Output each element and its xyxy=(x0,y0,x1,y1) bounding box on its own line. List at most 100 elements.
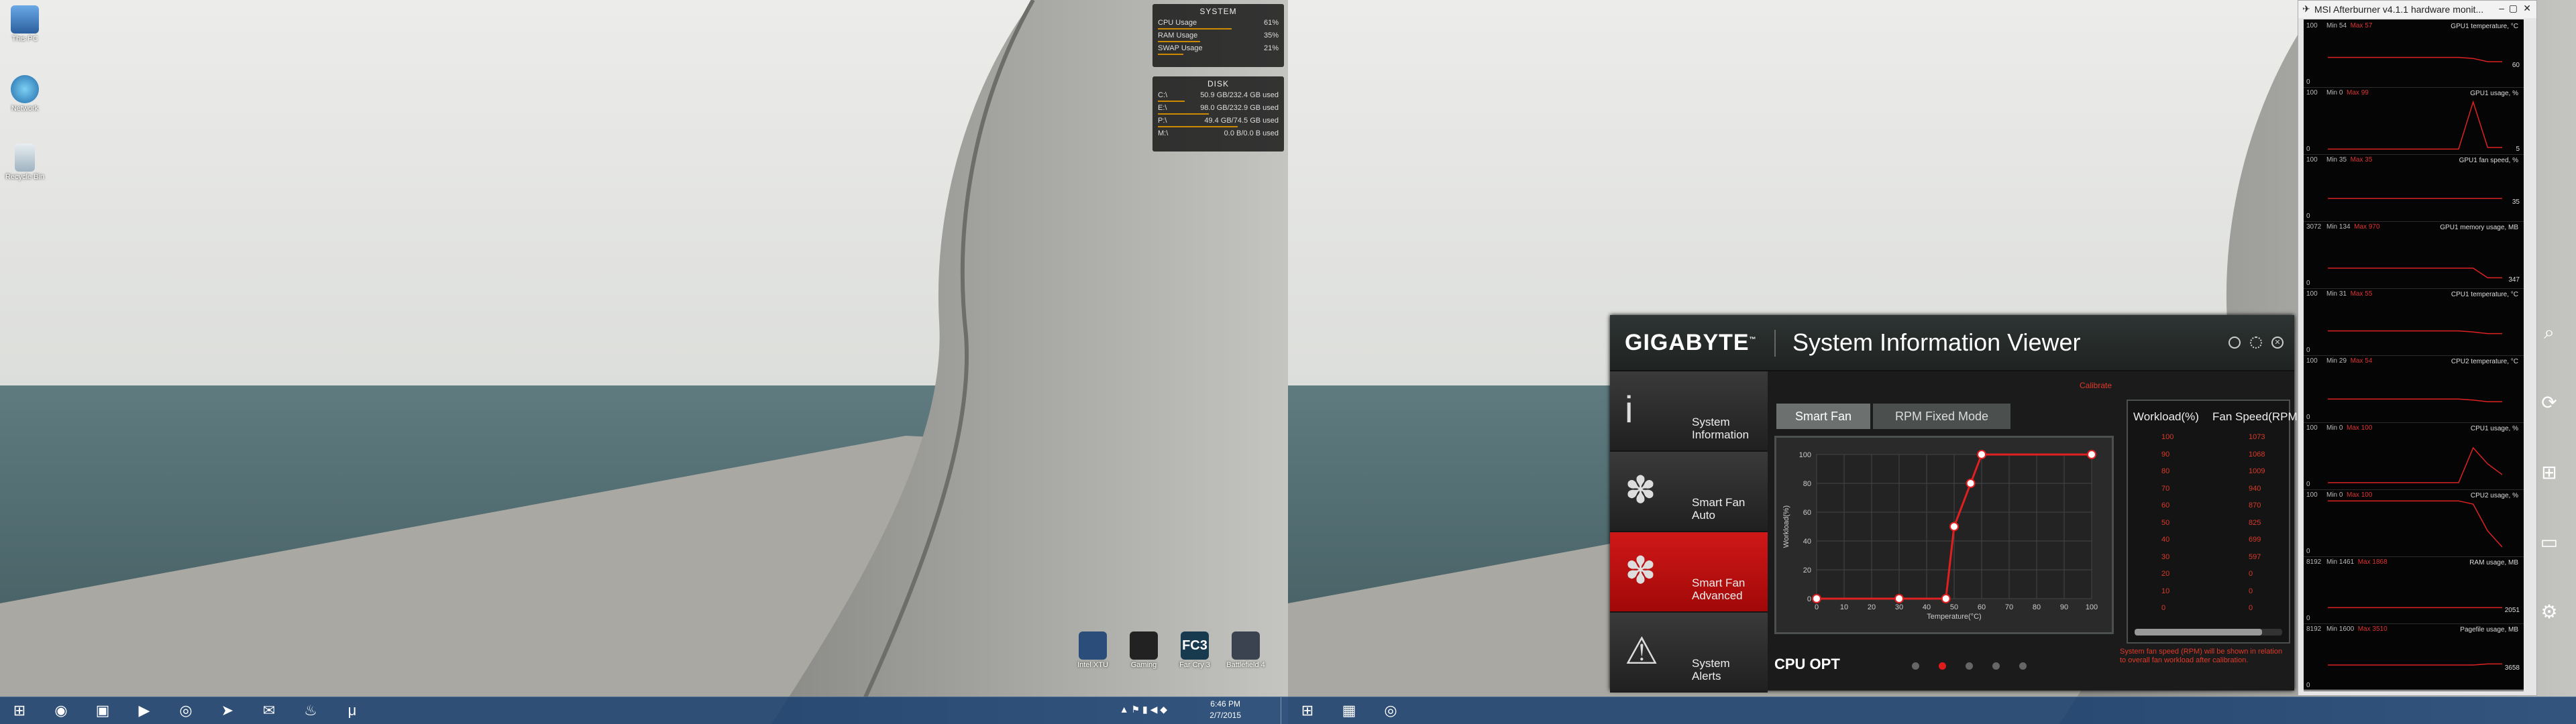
hardware-monitor-graphs[interactable]: 100 Min 54 Max 57 GPU1 temperature, °C 0… xyxy=(2304,19,2524,691)
graph-scale-top: 3072 xyxy=(2306,223,2322,231)
taskbar-button-telegram[interactable]: ➤ xyxy=(208,699,247,723)
charm-devices-icon[interactable]: ▭ xyxy=(2537,530,2561,554)
graph-scale-bottom: 0 xyxy=(2306,145,2310,153)
curve-point[interactable] xyxy=(1812,594,1821,603)
curve-point[interactable] xyxy=(1949,522,1959,532)
charm-start-icon[interactable]: ⊞ xyxy=(2537,460,2561,484)
desktop-icon-this-pc[interactable]: This PC xyxy=(1,5,48,43)
vpn-icon: ◎ xyxy=(1384,702,1397,719)
taskbar-button-start[interactable]: ⊞ xyxy=(0,699,39,723)
curve-point[interactable] xyxy=(1941,594,1951,603)
curve-point[interactable] xyxy=(2087,450,2096,459)
graph-plot xyxy=(2328,330,2502,335)
graph-scale-top: 100 xyxy=(2306,290,2318,298)
gigabyte-logo: GIGABYTE™ xyxy=(1625,330,1757,355)
graph-scale-bottom: 0 xyxy=(2306,682,2310,689)
tab-smart-fan[interactable]: Smart Fan xyxy=(1776,404,1870,429)
graph-plot xyxy=(2328,398,2502,402)
taskbar-button-start[interactable]: ⊞ xyxy=(1288,699,1327,723)
shortcut-label: Intel XTU xyxy=(1077,661,1108,669)
siv-title-bar[interactable]: GIGABYTE™ System Information Viewer ✕ xyxy=(1610,315,2294,371)
disk-row: M:\ 0.0 B/0.0 B used xyxy=(1158,128,1279,141)
monitor-graph[interactable]: 100 Min 0 Max 99 GPU1 usage, % 0 5 xyxy=(2304,86,2524,155)
charm-settings-icon[interactable]: ⚙ xyxy=(2537,599,2561,623)
tab-rpm-fixed-mode[interactable]: RPM Fixed Mode xyxy=(1873,404,2010,429)
graph-scale-top: 100 xyxy=(2306,156,2318,164)
desktop-shortcut-2[interactable]: Gaming xyxy=(1120,631,1167,669)
monitor-graph[interactable]: 100 Min 29 Max 54 CPU2 temperature, °C 0 xyxy=(2304,355,2524,423)
taskbar-button-media-player[interactable]: ▶ xyxy=(125,699,164,723)
fan-speed-cell: 1009 xyxy=(2249,467,2265,475)
taskbar-button-utorrent[interactable]: μ xyxy=(333,699,372,723)
record-icon[interactable] xyxy=(2229,337,2241,349)
table-scrollbar[interactable] xyxy=(2135,629,2282,636)
curve-point[interactable] xyxy=(1977,450,1986,459)
x-tick-label: 100 xyxy=(2086,603,2098,611)
nav-item-warning[interactable]: ⚠ System Alerts xyxy=(1610,613,1768,692)
disk-usage-bar xyxy=(1158,113,1209,115)
calibrate-label[interactable]: Calibrate xyxy=(2080,381,2112,390)
graph-line xyxy=(2328,446,2502,483)
gear-icon[interactable] xyxy=(2250,337,2262,349)
monitor-graph[interactable]: 3072 Min 134 Max 970 GPU1 memory usage, … xyxy=(2304,221,2524,289)
taskbar-button-steam[interactable]: ♨ xyxy=(291,699,330,723)
close-icon[interactable]: ✕ xyxy=(2523,3,2531,14)
monitor-graph[interactable]: 100 Min 0 Max 100 CPU2 usage, % 0 xyxy=(2304,489,2524,557)
disk-row: C:\ 50.9 GB/232.4 GB used xyxy=(1158,90,1279,103)
system-usage-bar xyxy=(1158,54,1183,55)
nav-item-fan-advanced[interactable]: ✽ Smart Fan Advanced xyxy=(1610,532,1768,612)
page-dot[interactable] xyxy=(2019,662,2027,670)
charm-search-icon[interactable]: ⌕ xyxy=(2537,320,2561,345)
desktop-icon-network[interactable]: Network xyxy=(1,75,48,113)
x-tick-label: 20 xyxy=(1868,603,1876,611)
col-fan-speed: Fan Speed(RPM) xyxy=(2212,410,2302,423)
desktop-shortcut-1[interactable]: Intel XTU xyxy=(1069,631,1116,669)
taskbar-button-chrome[interactable]: ◉ xyxy=(42,699,80,723)
page-dot[interactable] xyxy=(1992,662,2000,670)
workload-cell: 60 xyxy=(2161,501,2170,509)
show-desktop-button[interactable] xyxy=(1281,697,1288,724)
page-dot[interactable] xyxy=(1966,662,1973,670)
graph-current-value: 2051 xyxy=(2504,607,2520,615)
desktop-shortcut-4[interactable]: Battlefield 4 xyxy=(1222,631,1269,669)
x-tick-label: 40 xyxy=(1923,603,1931,611)
monitor-graph[interactable]: 100 Min 35 Max 35 GPU1 fan speed, % 0 35 xyxy=(2304,154,2524,222)
monitor-graph[interactable]: 8192 Min 1600 Max 3510 Pagefile usage, M… xyxy=(2304,623,2524,691)
monitor-graph[interactable]: 100 Min 31 Max 55 CPU1 temperature, °C 0 xyxy=(2304,288,2524,356)
fan-curve-chart[interactable]: 0 10 20 30 40 50 60 70 80 90 100 0 20 40 60 80 100 Temper… xyxy=(1774,436,2114,634)
workload-cell: 30 xyxy=(2161,552,2170,561)
mail-icon: ✉ xyxy=(262,702,276,719)
taskbar-button-vpn[interactable]: ◎ xyxy=(1371,699,1410,723)
tray-icons[interactable]: ▲ ⚑ ▮ ◀ ◆ xyxy=(1120,704,1167,715)
workload-cell: 90 xyxy=(2161,450,2170,459)
taskbar-button-gpu[interactable]: ▦ xyxy=(1330,699,1368,723)
monitor-graph[interactable]: 100 Min 0 Max 100 CPU1 usage, % 0 xyxy=(2304,422,2524,490)
fan-curve-svg[interactable]: 0 10 20 30 40 50 60 70 80 90 100 0 20 40 60 80 100 Temper… xyxy=(1776,438,2112,632)
nav-item-fan[interactable]: ✽ Smart Fan Auto xyxy=(1610,452,1768,532)
minimize-icon[interactable]: – xyxy=(2499,3,2504,13)
afterburner-title-bar[interactable]: ✈ MSI Afterburner v4.1.1 hardware monit.… xyxy=(2298,1,2536,18)
clock[interactable]: 6:46 PM 2/7/2015 xyxy=(1210,699,1241,721)
close-icon[interactable]: ✕ xyxy=(2271,337,2284,349)
graph-scale-top: 8192 xyxy=(2306,625,2322,633)
charm-share-icon[interactable]: ⟳ xyxy=(2537,390,2561,414)
page-dot[interactable] xyxy=(1939,662,1946,670)
taskbar-button-vpn[interactable]: ◎ xyxy=(166,699,205,723)
desktop-icon-recycle-bin[interactable]: Recycle Bin xyxy=(1,143,48,181)
shortcut-label: Gaming xyxy=(1130,661,1157,669)
taskbar-button-mail[interactable]: ✉ xyxy=(250,699,288,723)
taskbar-right: ⊞ ▦ ◎ xyxy=(1288,697,2576,724)
maximize-icon[interactable]: ▢ xyxy=(2509,3,2518,14)
curve-point[interactable] xyxy=(1966,479,1976,488)
monitor-graph[interactable]: 8192 Min 1461 Max 1868 RAM usage, MB 0 2… xyxy=(2304,556,2524,624)
graph-line xyxy=(2328,500,2502,548)
page-dot[interactable] xyxy=(1912,662,1919,670)
curve-point[interactable] xyxy=(1894,594,1904,603)
monitor-graph[interactable]: 100 Min 54 Max 57 GPU1 temperature, °C 0… xyxy=(2304,19,2524,88)
nav-item-info[interactable]: i System Information xyxy=(1610,371,1768,451)
fan-icon: ✽ xyxy=(1625,469,1656,511)
disk-row: E:\ 98.0 GB/232.9 GB used xyxy=(1158,103,1279,115)
fan-speed-cell: 825 xyxy=(2249,518,2261,527)
desktop-shortcut-3[interactable]: FC3 Far Cry 3 xyxy=(1171,631,1218,669)
taskbar-button-folder[interactable]: ▣ xyxy=(83,699,122,723)
